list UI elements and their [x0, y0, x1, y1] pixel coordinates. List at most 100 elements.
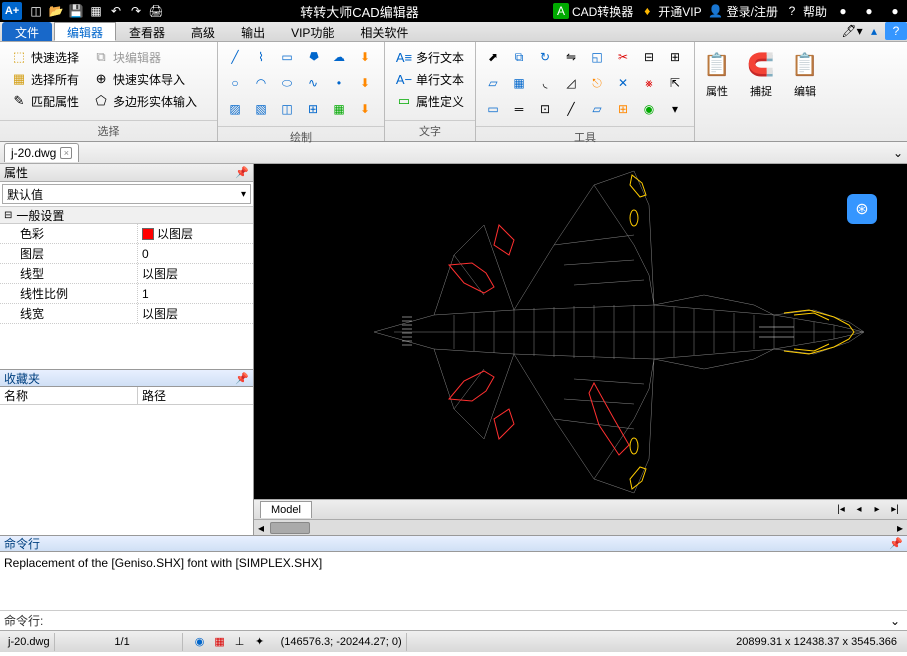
redo-icon[interactable]: ↷: [126, 2, 146, 20]
tool-explode-icon[interactable]: ⨳: [638, 72, 660, 94]
point-icon[interactable]: •: [328, 72, 350, 94]
document-tab[interactable]: j-20.dwg ×: [4, 143, 79, 162]
revcloud-icon[interactable]: ☁: [328, 46, 350, 68]
tool-m2-icon[interactable]: ═: [508, 98, 530, 120]
match-props-button[interactable]: ✎匹配属性: [6, 90, 84, 112]
pin-icon[interactable]: 📌: [235, 166, 249, 179]
entity-import-button[interactable]: ⊕快速实体导入: [88, 68, 202, 90]
command-input[interactable]: [47, 614, 887, 628]
tab-viewer[interactable]: 查看器: [116, 22, 178, 41]
tool-break-icon[interactable]: ⎋: [586, 72, 608, 94]
quick-select-button[interactable]: ⬚快速选择: [6, 46, 84, 68]
tool-fillet-icon[interactable]: ◟: [534, 72, 556, 94]
prop-value[interactable]: 1: [138, 284, 253, 303]
status-polar-icon[interactable]: ✦: [251, 633, 269, 651]
compass-icon[interactable]: ⊛: [847, 194, 877, 224]
tool-m1-icon[interactable]: ▭: [482, 98, 504, 120]
tabs-overflow-icon[interactable]: ⌄: [889, 146, 907, 160]
vip-link[interactable]: ♦开通VIP: [639, 3, 701, 20]
hatch-icon[interactable]: ▨: [224, 98, 246, 120]
tool-align-icon[interactable]: ⇱: [664, 72, 686, 94]
prop-value[interactable]: 以图层: [138, 304, 253, 323]
tab-related[interactable]: 相关软件: [347, 22, 421, 41]
polygon-input-button[interactable]: ⬠多边形实体输入: [88, 90, 202, 112]
tab-last-icon[interactable]: ▸|: [887, 502, 903, 518]
minimize-ribbon-icon[interactable]: ▴: [863, 22, 885, 40]
pdf-icon[interactable]: ▦: [86, 2, 106, 20]
snap-button[interactable]: 🧲捕捉: [741, 44, 781, 139]
tool-stretch-icon[interactable]: ✂: [612, 46, 634, 68]
tab-output[interactable]: 输出: [228, 22, 278, 41]
tool-array-icon[interactable]: ▦: [508, 72, 530, 94]
tool-extend-icon[interactable]: ⊞: [664, 46, 686, 68]
prop-value[interactable]: 以图层: [138, 224, 253, 243]
attr-def-button[interactable]: ▭属性定义: [391, 90, 469, 112]
prop-row[interactable]: 图层0: [0, 244, 253, 264]
prop-row[interactable]: 色彩以图层: [0, 224, 253, 244]
tool-m4-icon[interactable]: ╱: [560, 98, 582, 120]
polygon-icon[interactable]: ⯂: [302, 46, 324, 68]
select-all-button[interactable]: ▦选择所有: [6, 68, 84, 90]
pin-icon[interactable]: 📌: [235, 372, 249, 385]
prop-row[interactable]: 线型以图层: [0, 264, 253, 284]
tab-next-icon[interactable]: ▸: [869, 502, 885, 518]
open-icon[interactable]: 📂: [46, 2, 66, 20]
rect-icon[interactable]: ▭: [276, 46, 298, 68]
tab-advanced[interactable]: 高级: [178, 22, 228, 41]
props-group-general[interactable]: 一般设置: [0, 206, 253, 224]
tool-m6-icon[interactable]: ⊞: [612, 98, 634, 120]
tab-vip[interactable]: VIP功能: [278, 22, 347, 41]
tool-offset-icon[interactable]: ▱: [482, 72, 504, 94]
tool-m8-icon[interactable]: ▾: [664, 98, 686, 120]
prop-row[interactable]: 线宽以图层: [0, 304, 253, 324]
tab-file[interactable]: 文件: [2, 22, 52, 41]
tool-chamfer-icon[interactable]: ◿: [560, 72, 582, 94]
table-icon[interactable]: ▦: [328, 98, 350, 120]
more3-icon[interactable]: ⬇: [354, 98, 376, 120]
tool-scale-icon[interactable]: ◱: [586, 46, 608, 68]
pin-icon[interactable]: 📌: [889, 537, 903, 550]
help-icon[interactable]: ?: [885, 22, 907, 40]
image-icon[interactable]: ⊞: [302, 98, 324, 120]
tool-m3-icon[interactable]: ⊡: [534, 98, 556, 120]
minimize-icon[interactable]: ●: [833, 2, 853, 20]
horizontal-scrollbar[interactable]: ◂ ▸: [254, 519, 907, 535]
prop-value[interactable]: 0: [138, 244, 253, 263]
tab-editor[interactable]: 编辑器: [54, 22, 116, 41]
close-tab-icon[interactable]: ×: [60, 147, 72, 159]
login-link[interactable]: 👤登录/注册: [708, 3, 778, 20]
block-icon[interactable]: ◫: [276, 98, 298, 120]
print-icon[interactable]: 🖨: [146, 2, 166, 20]
save-icon[interactable]: 💾: [66, 2, 86, 20]
tool-trim-icon[interactable]: ⊟: [638, 46, 660, 68]
tool-rotate-icon[interactable]: ↻: [534, 46, 556, 68]
prop-value[interactable]: 以图层: [138, 264, 253, 283]
status-ortho-icon[interactable]: ⊥: [231, 633, 249, 651]
prop-row[interactable]: 线性比例1: [0, 284, 253, 304]
line-icon[interactable]: ╱: [224, 46, 246, 68]
tool-m5-icon[interactable]: ▱: [586, 98, 608, 120]
tool-move-icon[interactable]: ⬈: [482, 46, 504, 68]
tab-first-icon[interactable]: |◂: [833, 502, 849, 518]
multiline-text-button[interactable]: A≡多行文本: [391, 46, 469, 68]
props-default-dropdown[interactable]: 默认值▾: [2, 184, 251, 204]
region-icon[interactable]: ▧: [250, 98, 272, 120]
tool-mirror-icon[interactable]: ⇋: [560, 46, 582, 68]
maximize-icon[interactable]: ●: [859, 2, 879, 20]
tool-m7-icon[interactable]: ◉: [638, 98, 660, 120]
ellipse-icon[interactable]: ⬭: [276, 72, 298, 94]
tool-copy-icon[interactable]: ⧉: [508, 46, 530, 68]
polyline-icon[interactable]: ⌇: [250, 46, 272, 68]
help-link[interactable]: ?帮助: [784, 3, 827, 20]
more1-icon[interactable]: ⬇: [354, 46, 376, 68]
singleline-text-button[interactable]: A−单行文本: [391, 68, 469, 90]
undo-icon[interactable]: ↶: [106, 2, 126, 20]
status-grid-icon[interactable]: ▦: [211, 633, 229, 651]
toolbox-icon[interactable]: 🖊▾: [841, 22, 863, 40]
tool-join-icon[interactable]: ✕: [612, 72, 634, 94]
properties-button[interactable]: 📋属性: [697, 44, 737, 139]
spline-icon[interactable]: ∿: [302, 72, 324, 94]
more2-icon[interactable]: ⬇: [354, 72, 376, 94]
tab-prev-icon[interactable]: ◂: [851, 502, 867, 518]
converter-link[interactable]: ACAD转换器: [553, 3, 633, 20]
